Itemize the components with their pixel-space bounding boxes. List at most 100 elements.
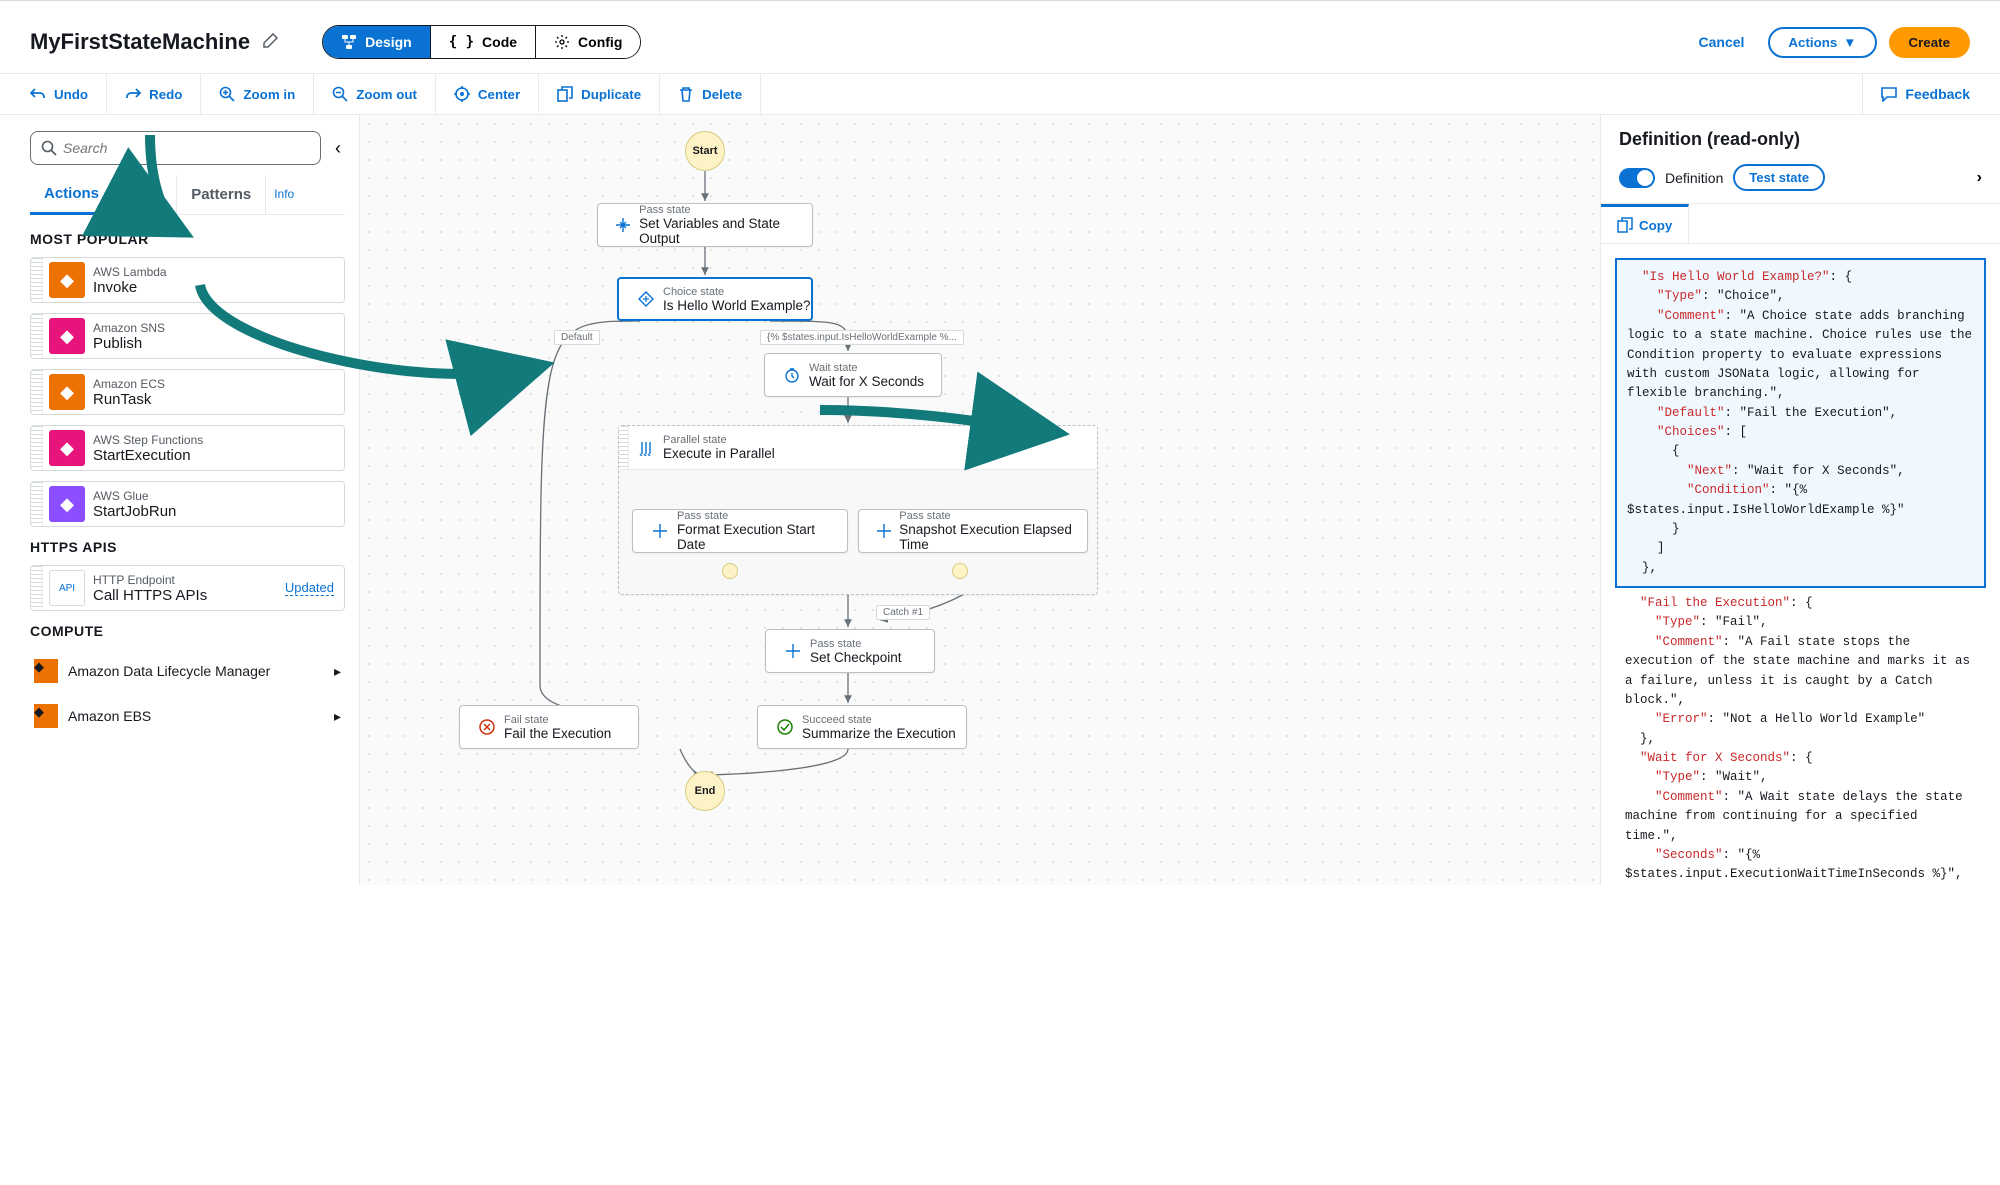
edit-title-button[interactable] [258,29,282,56]
collapse-sidebar-button[interactable]: ‹ [331,134,345,163]
pass-icon [876,523,892,539]
tab-design[interactable]: Design [323,26,431,58]
pass-icon [652,523,668,539]
feedback-button[interactable]: Feedback [1862,74,2000,114]
service-icon: ◆ [49,430,85,466]
drag-grip[interactable] [31,482,43,526]
test-state-button[interactable]: Test state [1733,164,1825,191]
design-icon [341,34,357,50]
comment-icon [1881,86,1897,102]
service-icon: ◆ [49,374,85,410]
drag-grip[interactable] [31,258,43,302]
node-choice[interactable]: Choice stateIs Hello World Example? [617,277,813,321]
definition-code-selected: "Is Hello World Example?": { "Type": "Ch… [1615,258,1986,588]
code-block-2: "Fail the Execution": { "Type": "Fail", … [1625,594,1976,885]
chevron-right-icon: ▸ [334,663,341,680]
delete-button[interactable]: Delete [660,74,761,114]
header-bar: MyFirstStateMachine Design { } Code Conf… [0,19,2000,73]
action-item-invoke[interactable]: ◆AWS LambdaInvoke [30,257,345,303]
trash-icon [678,86,694,102]
tab-config[interactable]: Config [536,26,640,58]
compute-item[interactable]: ◆Amazon EBS▸ [30,694,345,739]
workflow-canvas[interactable]: Start Pass stateSet Variables and State … [360,115,1600,885]
catch-label: Catch #1 [876,605,930,620]
chevron-right-icon: ▸ [334,708,341,725]
compute-header: COMPUTE [30,623,345,639]
drag-grip[interactable] [31,370,43,414]
inspector-panel: Definition (read-only) Definition Test s… [1600,115,2000,885]
branch-end-1 [722,563,738,579]
zoom-out-icon [332,86,348,102]
redo-icon [125,86,141,102]
action-item-startexecution[interactable]: ◆AWS Step FunctionsStartExecution [30,425,345,471]
inspector-title: Definition (read-only) [1619,129,1982,150]
view-segmented-control: Design { } Code Config [322,25,641,59]
choice-icon [638,291,654,307]
undo-icon [30,86,46,102]
node-snapshot[interactable]: Pass stateSnapshot Execution Elapsed Tim… [858,509,1088,553]
expand-inspector-button[interactable]: › [1977,169,1982,187]
start-terminal[interactable]: Start [685,131,725,171]
drag-grip[interactable] [31,314,43,358]
zoom-in-icon [219,86,235,102]
center-icon [454,86,470,102]
drag-grip[interactable] [31,566,43,610]
code-braces-icon: { } [449,34,474,50]
search-icon [41,140,57,156]
api-icon: API [49,570,85,606]
service-icon: ◆ [49,318,85,354]
parallel-icon [638,440,654,456]
action-item-runtask[interactable]: ◆Amazon ECSRunTask [30,369,345,415]
drag-grip[interactable] [31,426,43,470]
action-item-startjobrun[interactable]: ◆AWS GlueStartJobRun [30,481,345,527]
pass-icon [615,217,631,233]
most-popular-header: MOST POPULAR [30,231,345,247]
definition-toggle[interactable] [1619,168,1655,188]
updated-badge: Updated [285,580,334,596]
node-set-variables[interactable]: Pass stateSet Variables and State Output [597,203,813,247]
center-button[interactable]: Center [436,74,539,114]
node-wait[interactable]: Wait stateWait for X Seconds [764,353,942,397]
node-checkpoint[interactable]: Pass stateSet Checkpoint [765,629,935,673]
state-machine-title: MyFirstStateMachine [30,29,250,55]
compute-item[interactable]: ◆Amazon Data Lifecycle Manager▸ [30,649,345,694]
zoom-in-button[interactable]: Zoom in [201,74,314,114]
node-format-date[interactable]: Pass stateFormat Execution Start Date [632,509,848,553]
actions-dropdown[interactable]: Actions ▼ [1768,27,1876,58]
action-item-http-endpoint[interactable]: API HTTP EndpointCall HTTPS APIs Updated [30,565,345,611]
cancel-button[interactable]: Cancel [1687,28,1757,56]
redo-button[interactable]: Redo [107,74,201,114]
sidebar: ‹ Actions Flow Patterns Info MOST POPULA… [0,115,360,885]
rule-branch-label: {% $states.input.IsHelloWorldExample %..… [760,330,964,345]
undo-button[interactable]: Undo [0,74,107,114]
sidebar-info-link[interactable]: Info [266,175,302,214]
caret-down-icon: ▼ [1843,35,1856,50]
copy-icon [1617,217,1633,233]
search-input[interactable] [63,140,310,156]
pass-icon [785,643,801,659]
pencil-icon [262,33,278,49]
service-icon: ◆ [49,486,85,522]
action-item-publish[interactable]: ◆Amazon SNSPublish [30,313,345,359]
code-block-1: "Is Hello World Example?": { "Type": "Ch… [1627,268,1974,578]
end-terminal[interactable]: End [685,771,725,811]
definition-toggle-label: Definition [1665,170,1723,186]
zoom-out-button[interactable]: Zoom out [314,74,436,114]
service-icon: ◆ [34,704,58,728]
duplicate-icon [557,86,573,102]
search-box[interactable] [30,131,321,165]
gear-icon [554,34,570,50]
https-apis-header: HTTPS APIS [30,539,345,555]
toolbar: Undo Redo Zoom in Zoom out Center Duplic… [0,73,2000,115]
node-summarize[interactable]: Succeed stateSummarize the Execution [757,705,967,749]
duplicate-button[interactable]: Duplicate [539,74,660,114]
create-button[interactable]: Create [1889,27,1971,58]
service-icon: ◆ [49,262,85,298]
sidebar-tab-actions[interactable]: Actions [30,175,114,215]
sidebar-tab-patterns[interactable]: Patterns [177,175,266,214]
sidebar-tab-flow[interactable]: Flow [114,175,177,214]
copy-tab[interactable]: Copy [1601,204,1689,243]
fail-icon [479,719,495,735]
node-fail[interactable]: Fail stateFail the Execution [459,705,639,749]
tab-code[interactable]: { } Code [431,26,536,58]
